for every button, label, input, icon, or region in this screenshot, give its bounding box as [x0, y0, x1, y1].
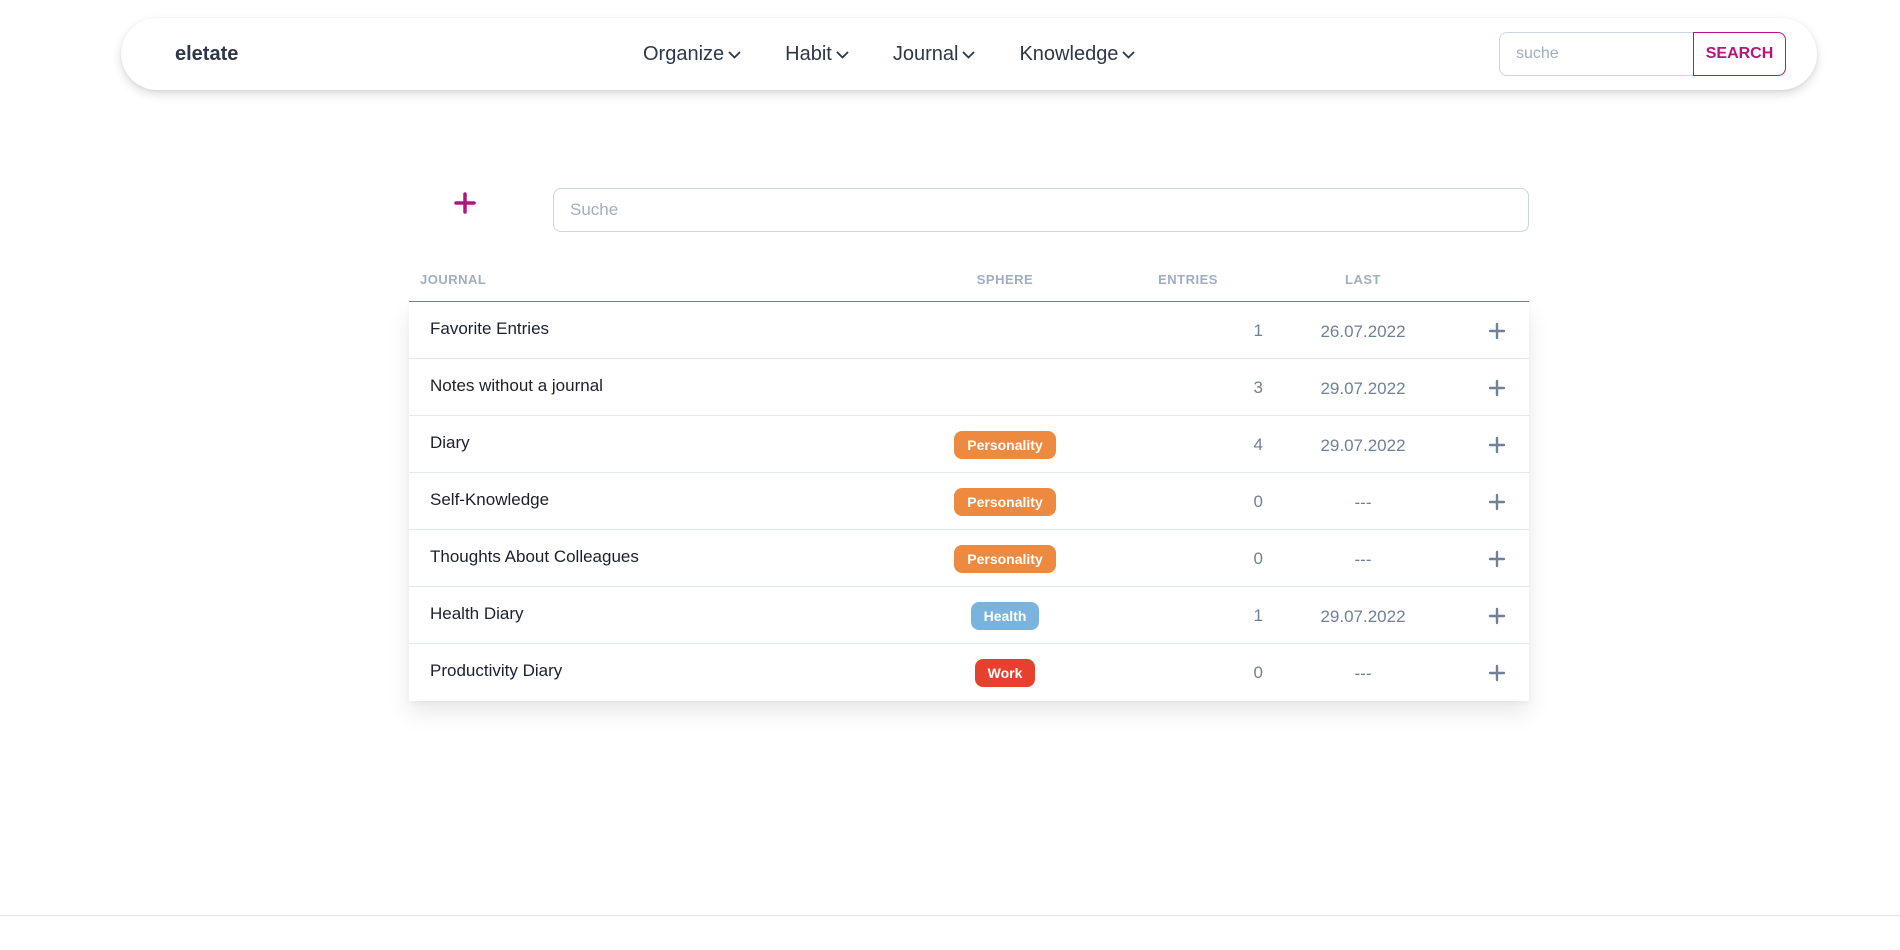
entries-count: 0	[1253, 663, 1263, 682]
journal-name[interactable]: Diary	[430, 433, 470, 453]
last-entry-date: 26.07.2022	[1320, 322, 1406, 341]
footer-divider	[0, 915, 1900, 916]
journal-name[interactable]: Health Diary	[430, 604, 524, 624]
table-row[interactable]: Productivity Diary Work 0 ---	[409, 644, 1529, 701]
add-entry-plus-icon[interactable]	[1488, 550, 1506, 568]
search-button[interactable]: SEARCH	[1693, 32, 1786, 76]
column-header-sphere: SPHERE	[976, 272, 1034, 287]
last-entry-date: 29.07.2022	[1320, 607, 1406, 626]
column-header-journal: JOURNAL	[420, 272, 487, 287]
navbar: eletate Organize Habit Journal Knowledge…	[121, 18, 1817, 90]
entries-count: 4	[1253, 435, 1263, 454]
sphere-badge-work: Work	[974, 658, 1036, 687]
journal-name[interactable]: Notes without a journal	[430, 376, 603, 396]
nav-item-label: Organize	[643, 42, 725, 65]
sphere-cell: Personality	[929, 473, 1081, 530]
entries-count: 0	[1253, 549, 1263, 568]
add-entry-plus-icon[interactable]	[1488, 607, 1506, 625]
table-row[interactable]: Favorite Entries 1 26.07.2022	[409, 302, 1529, 359]
nav-item-label: Habit	[785, 42, 832, 65]
nav-item-journal[interactable]: Journal	[893, 43, 976, 66]
sphere-cell: Personality	[929, 416, 1081, 473]
nav-item-label: Journal	[892, 42, 959, 65]
last-entry-date: ---	[1354, 493, 1372, 512]
nav-item-knowledge[interactable]: Knowledge	[1019, 42, 1136, 66]
entries-count: 3	[1253, 378, 1263, 397]
chevron-down-icon	[962, 51, 976, 59]
entries-count: 1	[1253, 606, 1263, 625]
table-row[interactable]: Self-Knowledge Personality 0 ---	[409, 473, 1529, 530]
sphere-badge-personality: Personality	[954, 430, 1056, 459]
entries-count: 0	[1253, 492, 1263, 511]
chevron-down-icon	[728, 51, 741, 59]
table-row[interactable]: Thoughts About Colleagues Personality 0 …	[409, 530, 1529, 587]
journal-search-input[interactable]	[553, 188, 1529, 232]
last-entry-date: 29.07.2022	[1320, 436, 1406, 455]
table-row[interactable]: Notes without a journal 3 29.07.2022	[409, 359, 1529, 416]
nav-item-organize[interactable]: Organize	[643, 43, 741, 66]
add-entry-plus-icon[interactable]	[1488, 664, 1506, 682]
last-entry-date: ---	[1354, 664, 1372, 683]
add-entry-plus-icon[interactable]	[1488, 322, 1506, 340]
sphere-cell: Personality	[929, 530, 1081, 587]
nav-item-habit[interactable]: Habit	[785, 43, 849, 66]
journal-name[interactable]: Thoughts About Colleagues	[430, 547, 639, 567]
sphere-cell: Health	[929, 587, 1081, 644]
add-entry-plus-icon[interactable]	[1488, 379, 1506, 397]
table-row[interactable]: Health Diary Health 1 29.07.2022	[409, 587, 1529, 644]
global-search: SEARCH	[1499, 32, 1786, 76]
add-entry-plus-icon[interactable]	[1488, 493, 1506, 511]
journal-name[interactable]: Self-Knowledge	[430, 490, 549, 510]
table-header: JOURNAL SPHERE ENTRIES LAST	[409, 264, 1529, 302]
global-search-input[interactable]	[1499, 32, 1693, 76]
column-header-entries: ENTRIES	[1158, 272, 1218, 287]
sphere-badge-personality: Personality	[954, 544, 1056, 573]
table-row[interactable]: Diary Personality 4 29.07.2022	[409, 416, 1529, 473]
column-header-last: LAST	[1345, 272, 1381, 287]
chevron-down-icon	[836, 51, 849, 59]
last-entry-date: ---	[1354, 550, 1372, 569]
chevron-down-icon	[1122, 51, 1136, 59]
nav-item-label: Knowledge	[1019, 42, 1119, 65]
journal-name[interactable]: Favorite Entries	[430, 319, 549, 339]
add-entry-plus-icon[interactable]	[1488, 436, 1506, 454]
sphere-badge-personality: Personality	[954, 487, 1056, 516]
journal-name[interactable]: Productivity Diary	[430, 661, 562, 681]
entries-count: 1	[1253, 321, 1263, 340]
table-body: Favorite Entries 1 26.07.2022 Notes with…	[409, 302, 1529, 701]
add-journal-button[interactable]	[450, 188, 480, 218]
last-entry-date: 29.07.2022	[1320, 379, 1406, 398]
journal-table: JOURNAL SPHERE ENTRIES LAST Favorite Ent…	[409, 264, 1529, 701]
sphere-cell: Work	[929, 644, 1081, 701]
nav-menu: Organize Habit Journal Knowledge	[643, 18, 1136, 90]
brand-logo[interactable]: eletate	[175, 18, 238, 90]
sphere-badge-health: Health	[970, 601, 1040, 630]
plus-icon	[454, 192, 476, 214]
